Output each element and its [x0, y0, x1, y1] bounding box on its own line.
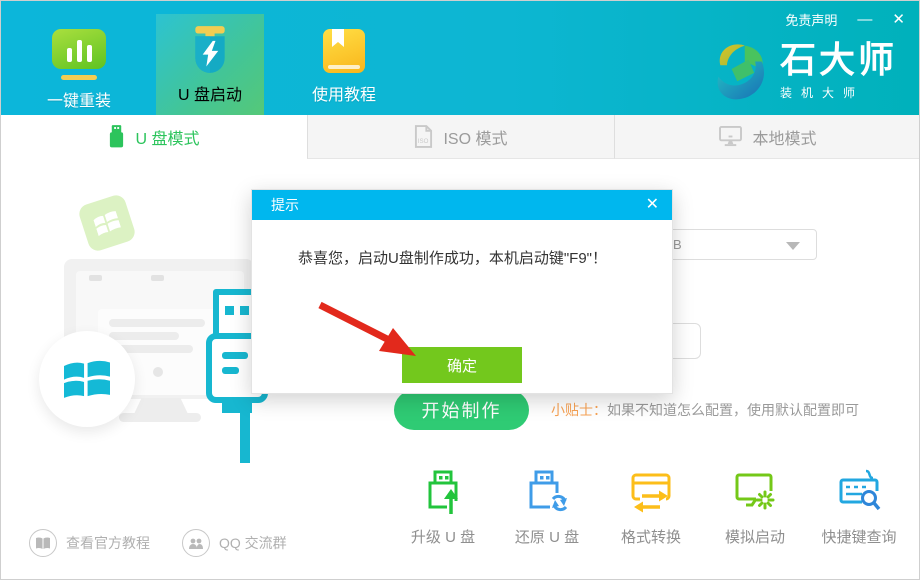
official-tutorial-link[interactable]: 查看官方教程 [29, 529, 150, 557]
tab-iso-mode[interactable]: ISO ISO 模式 [307, 115, 614, 159]
dialog-title: 提示 [271, 195, 299, 215]
tool-label: 还原 U 盘 [515, 526, 579, 547]
usb-upgrade-icon [420, 469, 466, 517]
qq-group-link[interactable]: QQ 交流群 [182, 529, 287, 557]
book-icon [323, 29, 365, 73]
close-button[interactable]: ✕ [892, 11, 905, 29]
nav-label: U 盘启动 [178, 81, 242, 105]
tab-usb-mode[interactable]: U 盘模式 [1, 115, 307, 159]
dialog-header: 提示 ✕ [252, 190, 672, 220]
tool-label: 模拟启动 [725, 526, 785, 547]
header: 一键重装 U 盘启动 使用教程 免责声明 — ✕ [1, 1, 920, 115]
svg-text:ISO: ISO [418, 138, 429, 145]
tip-body: 如果不知道怎么配置，使用默认配置即可 [607, 402, 859, 418]
chevron-down-icon [786, 242, 800, 250]
tool-simulate-boot[interactable]: 模拟启动 [705, 469, 805, 547]
format-convert-icon [628, 469, 674, 517]
hotkey-query-icon [836, 469, 882, 517]
footer-links: 查看官方教程 QQ 交流群 [29, 529, 287, 557]
mode-tabs: U 盘模式 ISO ISO 模式 本地模式 [1, 115, 920, 159]
usb-restore-icon [524, 469, 570, 517]
brand-logo-icon [712, 39, 770, 101]
link-label: QQ 交流群 [219, 533, 287, 553]
tool-upgrade-usb[interactable]: 升级 U 盘 [393, 469, 493, 547]
illustration-monitor-button [153, 367, 163, 377]
tab-local-mode[interactable]: 本地模式 [614, 115, 920, 159]
illustration-line [109, 319, 205, 327]
disclaimer-link[interactable]: 免责声明 [785, 10, 837, 29]
tip-label: 小贴士： [551, 402, 607, 418]
illustration-monitor-stand [134, 398, 188, 414]
brand-name: 石大师 [780, 40, 897, 80]
tool-label: 格式转换 [621, 526, 681, 547]
brand-logo: 石大师 装机大师 [712, 39, 897, 101]
monitor-icon [719, 126, 742, 147]
tab-label: 本地模式 [752, 125, 816, 149]
bookmark-icon [332, 29, 344, 47]
footer-tools: 升级 U 盘 还原 U 盘 [393, 469, 909, 547]
illustration-line [109, 332, 179, 340]
tool-format-convert[interactable]: 格式转换 [601, 469, 701, 547]
tab-label: U 盘模式 [135, 125, 199, 149]
people-circle-icon [182, 529, 210, 557]
simulate-boot-icon [732, 469, 778, 517]
titlebar: 免责声明 — ✕ [785, 10, 905, 29]
nav-label: 一键重装 [47, 87, 111, 111]
dialog-ok-button[interactable]: 确定 [402, 347, 522, 383]
nav-item-usb-boot[interactable]: U 盘启动 [156, 14, 264, 115]
usb-shield-lightning-icon [188, 25, 232, 75]
nav-underline [61, 75, 97, 80]
app-window: 一键重装 U 盘启动 使用教程 免责声明 — ✕ [0, 0, 920, 580]
tool-restore-usb[interactable]: 还原 U 盘 [497, 469, 597, 547]
start-make-button[interactable]: 开始制作 [394, 390, 529, 430]
illustration-dot [151, 275, 164, 281]
tool-label: 快捷键查询 [821, 526, 896, 547]
nav-label: 使用教程 [312, 81, 376, 105]
usb-drive-icon [108, 125, 125, 148]
dialog-close-icon[interactable]: ✕ [646, 197, 659, 213]
nav-item-tutorial[interactable]: 使用教程 [296, 29, 392, 105]
illustration-monitor-base [119, 413, 201, 422]
book-circle-icon [29, 529, 57, 557]
windows-chip-icon [77, 193, 137, 253]
illustration-dot [89, 275, 102, 281]
windows-logo-badge [39, 331, 135, 427]
link-label: 查看官方教程 [66, 533, 150, 553]
tip-text: 小贴士：如果不知道怎么配置，使用默认配置即可 [551, 400, 859, 420]
tool-hotkey-query[interactable]: 快捷键查询 [809, 469, 909, 547]
iso-file-icon: ISO [414, 125, 433, 148]
nav-item-one-key-reinstall[interactable]: 一键重装 [31, 29, 127, 111]
success-dialog: 提示 ✕ 恭喜您，启动U盘制作成功，本机启动键"F9"！ 确定 [251, 189, 673, 394]
tool-label: 升级 U 盘 [411, 526, 475, 547]
dialog-message: 恭喜您，启动U盘制作成功，本机启动键"F9"！ [298, 247, 607, 268]
tab-label: ISO 模式 [443, 125, 507, 149]
bar-chart-icon [52, 29, 106, 69]
minimize-button[interactable]: — [857, 11, 872, 29]
brand-tagline: 装机大师 [780, 84, 897, 101]
illustration-usb-cable [240, 411, 250, 463]
usb-device-value: B [673, 237, 682, 252]
